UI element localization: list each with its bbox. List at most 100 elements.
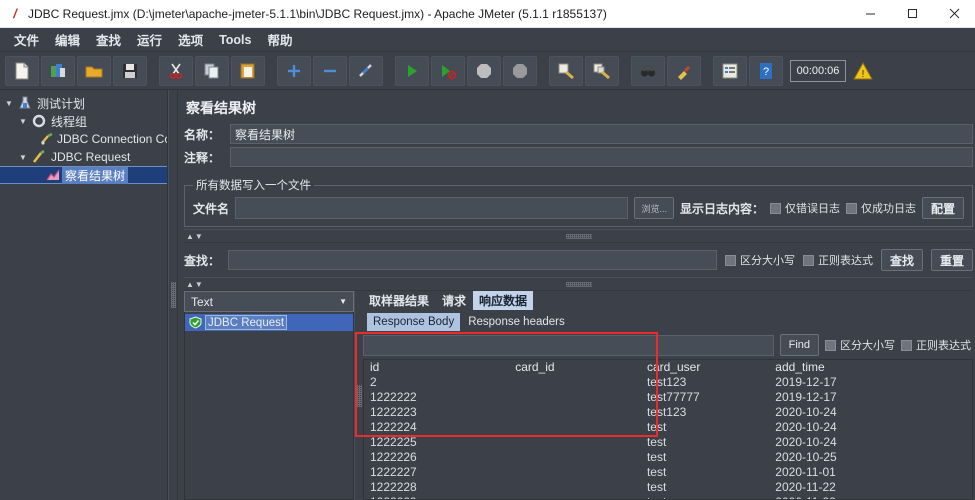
toolbar-separator bbox=[620, 56, 630, 86]
response-find-input[interactable] bbox=[363, 334, 774, 356]
tree-node-jdbc-connection-configuration[interactable]: JDBC Connection Configura bbox=[0, 130, 167, 148]
tree-node-label: JDBC Connection Configura bbox=[56, 132, 167, 146]
chevron-down-icon[interactable]: ▼ bbox=[2, 99, 16, 108]
collapse-minus-icon[interactable] bbox=[313, 55, 347, 86]
cell-card-user: test bbox=[641, 495, 769, 499]
open-folder-icon[interactable] bbox=[77, 55, 111, 86]
renderer-select[interactable]: Text ▼ bbox=[184, 291, 354, 312]
help-icon[interactable]: ? bbox=[749, 55, 783, 86]
menu-file[interactable]: 文件 bbox=[6, 28, 47, 51]
table-row: 1222223 test123 2020-10-24 bbox=[364, 405, 972, 420]
cell-id: 1222222 bbox=[370, 390, 417, 404]
tab-response-data[interactable]: 响应数据 bbox=[473, 291, 534, 310]
search-reset-button[interactable]: 重置 bbox=[930, 249, 973, 271]
reset-search-icon[interactable] bbox=[667, 55, 701, 86]
table-row: 1222229 test2020-11-22 bbox=[364, 495, 972, 499]
success-only-checkbox[interactable]: 仅成功日志 bbox=[845, 200, 916, 216]
tab-sampler-result[interactable]: 取样器结果 bbox=[363, 291, 435, 310]
renderer-select-value: Text bbox=[191, 294, 214, 309]
menu-tools[interactable]: Tools bbox=[211, 31, 259, 49]
checkbox-box[interactable] bbox=[901, 339, 912, 351]
response-regex-checkbox[interactable]: 正则表达式 bbox=[901, 337, 971, 353]
cell-card-user: test123 bbox=[646, 405, 687, 419]
results-detail-splitter[interactable] bbox=[354, 291, 363, 500]
toolbar-separator bbox=[538, 56, 548, 86]
function-helper-icon[interactable] bbox=[713, 55, 747, 86]
stop-icon[interactable] bbox=[467, 55, 501, 86]
tree-content-splitter[interactable] bbox=[168, 90, 178, 500]
checkbox-box[interactable] bbox=[845, 202, 857, 214]
chevron-down-icon[interactable]: ▼ bbox=[16, 117, 30, 126]
tree-node-view-results-tree[interactable]: 察看结果树 bbox=[0, 166, 167, 184]
search-row: 查找： 区分大小写 正则表达式 查找 重置 bbox=[184, 243, 973, 275]
menu-help[interactable]: 帮助 bbox=[259, 28, 300, 51]
table-row: 1222222 test77777 2019-12-17 bbox=[364, 390, 972, 405]
subtab-response-headers[interactable]: Response headers bbox=[462, 313, 571, 331]
chevron-down-icon[interactable]: ▼ bbox=[16, 153, 30, 162]
search-regex-checkbox[interactable]: 正则表达式 bbox=[802, 252, 873, 268]
results-list[interactable]: JDBC Request bbox=[184, 312, 354, 500]
expand-plus-icon[interactable] bbox=[277, 55, 311, 86]
errors-only-checkbox[interactable]: 仅错误日志 bbox=[769, 200, 840, 216]
start-no-pauses-icon[interactable] bbox=[431, 55, 465, 86]
templates-icon[interactable] bbox=[41, 55, 75, 86]
cut-icon[interactable] bbox=[159, 55, 193, 86]
toolbar-separator bbox=[266, 56, 276, 86]
menu-edit[interactable]: 编辑 bbox=[47, 28, 88, 51]
filename-input[interactable] bbox=[235, 197, 629, 219]
splitter-arrows[interactable]: ▲▼ bbox=[184, 280, 204, 289]
cell-add-time: 2020-10-24 bbox=[775, 420, 837, 434]
minimize-button[interactable] bbox=[849, 0, 891, 28]
menu-search[interactable]: 查找 bbox=[88, 28, 129, 51]
response-scrollbar[interactable] bbox=[964, 360, 972, 499]
cell-add-time: 2020-10-24 bbox=[775, 435, 837, 449]
close-button[interactable] bbox=[933, 0, 975, 28]
tab-request[interactable]: 请求 bbox=[436, 291, 472, 310]
paste-icon[interactable] bbox=[231, 55, 265, 86]
cell-card-id bbox=[509, 390, 641, 405]
checkbox-box[interactable] bbox=[802, 254, 814, 266]
tree-node-thread-group[interactable]: ▼ 线程组 bbox=[0, 112, 167, 130]
search-case-sensitive-checkbox[interactable]: 区分大小写 bbox=[724, 252, 795, 268]
response-case-sensitive-checkbox[interactable]: 区分大小写 bbox=[825, 337, 895, 353]
warning-triangle-icon[interactable]: ! bbox=[850, 61, 876, 80]
menu-run[interactable]: 运行 bbox=[129, 28, 170, 51]
search-find-button[interactable]: 查找 bbox=[880, 249, 923, 271]
list-item[interactable]: JDBC Request bbox=[185, 314, 353, 331]
table-row: 1222226 test 2020-10-25 bbox=[364, 450, 972, 465]
lower-splitter[interactable]: ▲▼ bbox=[184, 277, 973, 291]
success-only-label: 仅成功日志 bbox=[860, 203, 916, 215]
thread-group-icon bbox=[30, 114, 48, 128]
comment-input[interactable] bbox=[230, 147, 973, 167]
clear-icon[interactable] bbox=[549, 55, 583, 86]
maximize-button[interactable] bbox=[891, 0, 933, 28]
start-icon[interactable] bbox=[395, 55, 429, 86]
shutdown-icon[interactable] bbox=[503, 55, 537, 86]
subtab-response-body[interactable]: Response Body bbox=[367, 313, 461, 331]
response-find-button[interactable]: Find bbox=[779, 334, 819, 356]
jdbc-request-icon bbox=[30, 150, 48, 164]
name-input[interactable]: 察看结果树 bbox=[230, 124, 973, 144]
response-body-content[interactable]: id card_id card_user add_time 2 test123 20… bbox=[363, 359, 973, 500]
search-binoculars-icon[interactable] bbox=[631, 55, 665, 86]
chevron-down-icon[interactable]: ▼ bbox=[335, 297, 351, 306]
search-input[interactable] bbox=[228, 250, 717, 270]
toggle-icon[interactable] bbox=[349, 55, 383, 86]
configure-button[interactable]: 配置 bbox=[921, 197, 964, 219]
tree-node-label: JDBC Request bbox=[51, 150, 131, 164]
checkbox-box[interactable] bbox=[724, 254, 736, 266]
clear-all-icon[interactable] bbox=[585, 55, 619, 86]
checkbox-box[interactable] bbox=[825, 339, 836, 351]
upper-splitter[interactable]: ▲▼ bbox=[184, 229, 973, 243]
checkbox-box[interactable] bbox=[769, 202, 781, 214]
new-file-icon[interactable] bbox=[5, 55, 39, 86]
browse-button[interactable]: 浏览... bbox=[634, 197, 674, 219]
tree-node-test-plan[interactable]: ▼ 测试计划 bbox=[0, 94, 167, 112]
save-icon[interactable] bbox=[113, 55, 147, 86]
splitter-arrows[interactable]: ▲▼ bbox=[184, 232, 204, 241]
cell-card-id bbox=[509, 495, 641, 499]
menu-options[interactable]: 选项 bbox=[170, 28, 211, 51]
cell-id: 1222224 bbox=[370, 420, 417, 434]
tree-node-jdbc-request[interactable]: ▼ JDBC Request bbox=[0, 148, 167, 166]
copy-icon[interactable] bbox=[195, 55, 229, 86]
